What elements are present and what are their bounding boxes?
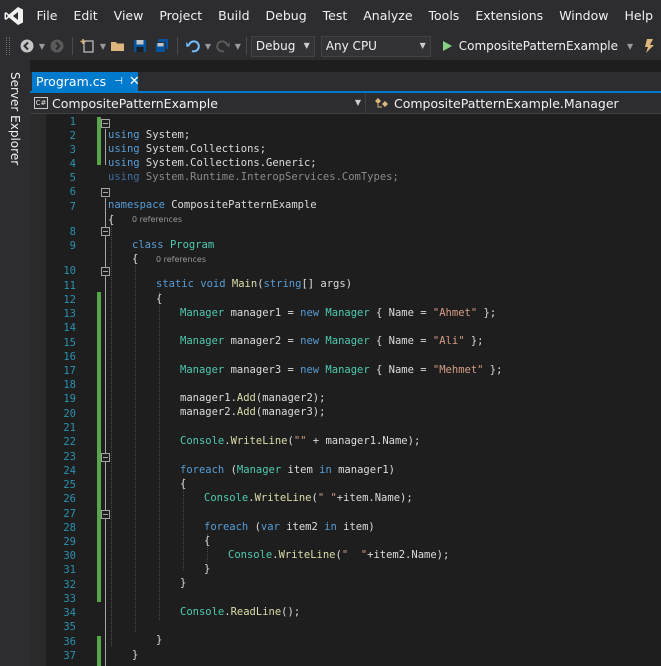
- menu-window[interactable]: Window: [551, 0, 616, 32]
- open-file-icon[interactable]: [108, 36, 128, 56]
- code-editor[interactable]: 0 references 0 references 1 2 3 4 5 6 7 …: [30, 114, 661, 666]
- pin-icon[interactable]: ⊣: [114, 76, 123, 87]
- start-target-dropdown-icon[interactable]: ▼: [626, 42, 634, 51]
- project-name: CompositePatternExample: [52, 95, 218, 111]
- undo-dropdown-icon[interactable]: ▼: [204, 42, 212, 51]
- type-dropdown[interactable]: CompositePatternExample.Manager: [366, 93, 661, 113]
- new-project-dropdown-icon[interactable]: ▼: [99, 42, 107, 51]
- hot-reload-icon[interactable]: [640, 36, 660, 56]
- csharp-project-icon: C#: [34, 97, 48, 109]
- menu-file[interactable]: File: [29, 0, 66, 32]
- configuration-dropdown[interactable]: Debug ▼: [250, 35, 315, 57]
- menu-edit[interactable]: Edit: [65, 0, 105, 32]
- class-icon: [375, 98, 388, 108]
- start-target-label: CompositePatternExample: [458, 39, 619, 53]
- navigate-back-icon[interactable]: [17, 36, 37, 56]
- save-all-icon[interactable]: [152, 36, 172, 56]
- toolbar-grip[interactable]: [6, 37, 10, 55]
- menu-help[interactable]: Help: [617, 0, 661, 32]
- play-icon: [442, 41, 452, 51]
- tab-program-cs[interactable]: Program.cs ⊣ ✕: [32, 72, 140, 91]
- menu-build[interactable]: Build: [210, 0, 257, 32]
- platform-value: Any CPU: [325, 39, 377, 53]
- server-explorer-tab[interactable]: Server Explorer: [8, 72, 22, 165]
- menu-analyze[interactable]: Analyze: [355, 0, 420, 32]
- project-dropdown[interactable]: C# CompositePatternExample ▼: [30, 93, 366, 113]
- menu-project[interactable]: Project: [151, 0, 210, 32]
- redo-dropdown-icon[interactable]: ▼: [234, 42, 242, 51]
- new-project-icon[interactable]: [78, 36, 98, 56]
- toolbar-separator: [245, 37, 247, 55]
- start-debugging-button[interactable]: CompositePatternExample ▼: [441, 39, 634, 53]
- redo-icon[interactable]: [213, 36, 233, 56]
- menu-test[interactable]: Test: [315, 0, 356, 32]
- document-tab-row: Program.cs ⊣ ✕: [30, 72, 661, 93]
- class-name: CompositePatternExample.Manager: [394, 95, 619, 111]
- platform-dropdown[interactable]: Any CPU ▼: [320, 35, 431, 57]
- menu-debug[interactable]: Debug: [258, 0, 315, 32]
- menu-tools[interactable]: Tools: [421, 0, 468, 32]
- chevron-down-icon: ▼: [419, 40, 426, 50]
- chevron-down-icon: ▼: [354, 98, 361, 107]
- menu-view[interactable]: View: [106, 0, 152, 32]
- close-icon[interactable]: ✕: [129, 74, 140, 89]
- chevron-down-icon: ▼: [303, 40, 310, 50]
- undo-icon[interactable]: [183, 36, 203, 56]
- navigation-bar: C# CompositePatternExample ▼ CompositePa…: [30, 93, 661, 114]
- tab-label: Program.cs: [36, 74, 107, 89]
- navigate-back-dropdown-icon[interactable]: ▼: [38, 42, 46, 51]
- menu-extensions[interactable]: Extensions: [467, 0, 551, 32]
- visual-studio-logo-icon[interactable]: [0, 0, 29, 32]
- code-line: }: [132, 649, 139, 661]
- configuration-value: Debug: [255, 39, 296, 53]
- toolbar-separator: [176, 37, 178, 55]
- navigate-forward-icon[interactable]: [47, 36, 67, 56]
- standard-toolbar: ▼ ▼ ▼ ▼ Debug ▼ Any CPU ▼ CompositePatte…: [0, 32, 661, 60]
- save-icon[interactable]: [130, 36, 150, 56]
- menu-bar: File Edit View Project Build Debug Test …: [0, 0, 661, 32]
- toolbar-separator: [71, 37, 73, 55]
